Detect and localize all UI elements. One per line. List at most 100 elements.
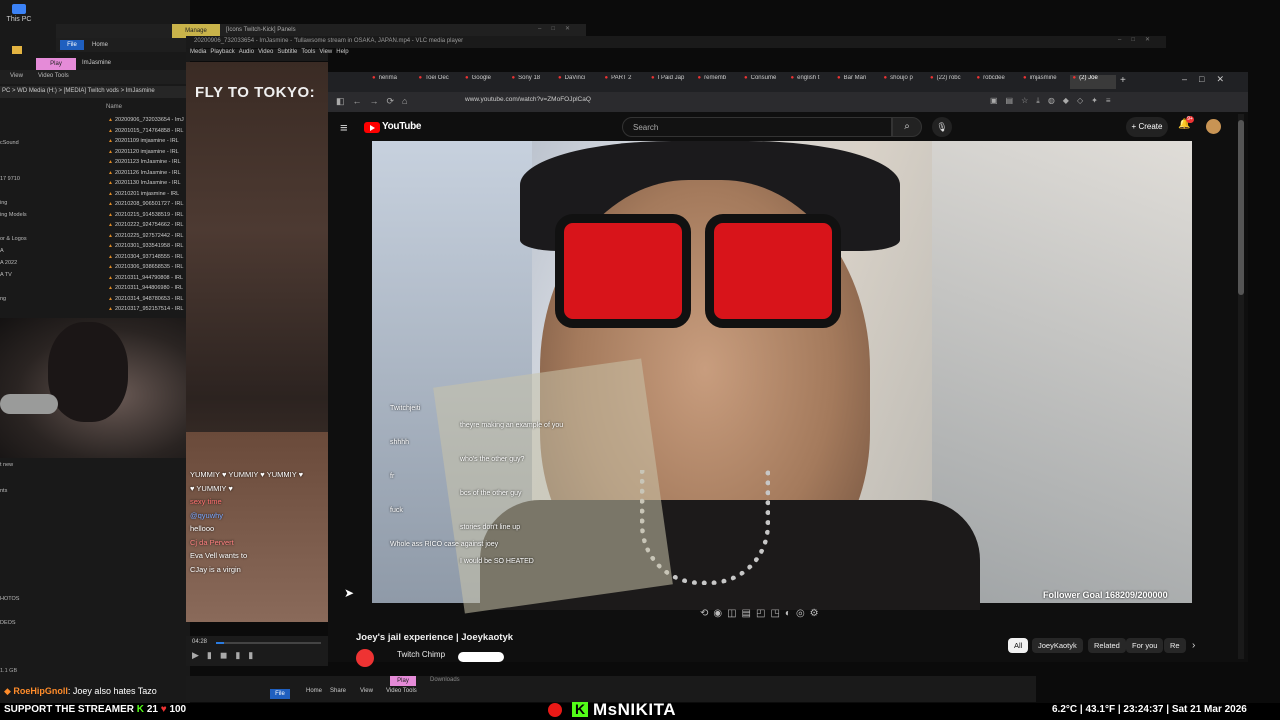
search-input[interactable]: Search xyxy=(622,117,892,137)
sidebar-item[interactable]: A 2022 xyxy=(0,260,17,266)
browser-tab[interactable]: Toei Oec xyxy=(419,75,459,89)
vlc-window-controls-icon[interactable]: –□✕ xyxy=(1118,36,1160,43)
url-field[interactable]: www.youtube.com/watch?v=ZMoFOJplCaQ xyxy=(465,96,985,108)
sidebar-item[interactable]: DEOS xyxy=(0,620,16,626)
bottom-play-tab[interactable]: Play xyxy=(390,676,416,686)
this-pc-desktop-icon[interactable]: This PC xyxy=(4,4,34,23)
browser-tab[interactable]: (22) robc xyxy=(930,75,970,89)
subscribe-button[interactable] xyxy=(458,652,504,662)
sidebar-item[interactable]: A TV xyxy=(0,272,12,278)
channel-avatar[interactable] xyxy=(356,649,374,667)
sidebar-item[interactable]: ing Models xyxy=(0,212,27,218)
file-item[interactable]: 20210225_927572442 - IRL xyxy=(108,233,188,243)
search-icon[interactable]: ⌕ xyxy=(892,117,922,137)
file-item[interactable]: 20210314_948780653 - IRL xyxy=(108,296,188,306)
filter-chip[interactable]: For you xyxy=(1126,638,1164,653)
microphone-search-icon[interactable]: 🎙 xyxy=(932,117,952,137)
file-item[interactable]: 20210317_952157514 - IRL xyxy=(108,306,188,316)
file-item[interactable]: 20200906_732033654 - ImJ xyxy=(108,117,188,127)
youtube-logo-icon[interactable] xyxy=(364,122,380,133)
browser-tab[interactable]: PART 2 xyxy=(605,75,645,89)
sidebar-item[interactable]: 17 9710 xyxy=(0,176,20,182)
filter-chip[interactable]: Related xyxy=(1088,638,1126,653)
folder-icon[interactable] xyxy=(12,46,22,54)
vlc-menu-item[interactable]: Tools xyxy=(301,49,315,55)
browser-tab[interactable]: (2) Joe xyxy=(1069,75,1116,89)
create-button[interactable]: + Create xyxy=(1126,117,1168,137)
play-tab[interactable]: Play xyxy=(36,58,76,70)
browser-tab[interactable]: Consume xyxy=(744,75,784,89)
channel-name[interactable]: Twitch Chimp xyxy=(397,650,445,659)
browser-tab[interactable]: Sony 18 xyxy=(512,75,552,89)
window-controls-icon[interactable]: –□✕ xyxy=(538,25,580,32)
browser-tab[interactable]: Google xyxy=(465,75,505,89)
address-path[interactable]: PC > WD Media (H:) > [MEDIA] Twitch vods… xyxy=(0,86,190,98)
file-item[interactable]: 20210311_944790808 - IRL xyxy=(108,275,188,285)
youtube-logo-text[interactable]: YouTube xyxy=(382,121,422,132)
browser-tab[interactable]: DaVinci xyxy=(558,75,598,89)
vlc-menu-item[interactable]: Video xyxy=(258,49,273,55)
file-item[interactable]: 20201120 imjasmine - IRL xyxy=(108,149,188,159)
vlc-menu-item[interactable]: Help xyxy=(336,49,348,55)
browser-nav-icons[interactable]: ◧←→⟳⌂ xyxy=(336,96,415,107)
filter-chip[interactable]: JoeyKaotyk xyxy=(1032,638,1083,653)
bottom-file-tab[interactable]: File xyxy=(270,689,290,699)
scrollbar-thumb[interactable] xyxy=(1238,120,1244,295)
vlc-menu-item[interactable]: View xyxy=(319,49,332,55)
file-item[interactable]: 20210222_924754662 - IRL xyxy=(108,222,188,232)
file-item[interactable]: 20210215_914538519 - IRL xyxy=(108,212,188,222)
view-menu[interactable]: View xyxy=(10,73,23,79)
browser-tab[interactable]: shoujo p xyxy=(884,75,924,89)
sidebar-item[interactable]: A xyxy=(0,248,4,254)
menu-icon[interactable]: ≡ xyxy=(340,120,348,135)
name-column-header[interactable]: Name xyxy=(106,104,122,110)
ribbon-file-tab[interactable]: File xyxy=(60,40,84,50)
new-tab-icon[interactable]: + xyxy=(1120,75,1126,86)
vlc-menu-item[interactable]: Subtitle xyxy=(277,49,297,55)
file-item[interactable]: 20210208_906501727 - IRL xyxy=(108,201,188,211)
file-item[interactable]: 20210301_933541958 - IRL xyxy=(108,243,188,253)
player-controls-icons[interactable]: ⟲◉◫▤◰◳◐◎⚙ xyxy=(700,608,870,622)
file-item[interactable]: 20210201 imjasmine - IRL xyxy=(108,191,188,201)
browser-tab[interactable]: I Paid Jap xyxy=(651,75,691,89)
file-item[interactable]: 20210311_944806980 - IRL xyxy=(108,285,188,295)
sidebar-item[interactable]: nts xyxy=(0,488,7,494)
sidebar-item[interactable]: HOTOS xyxy=(0,596,19,602)
imjasmine-tab[interactable]: ImJasmine xyxy=(82,60,111,66)
browser-tab[interactable]: rememb xyxy=(698,75,738,89)
bottom-share-tab[interactable]: Share xyxy=(330,688,346,694)
bottom-view-tab[interactable]: View xyxy=(360,688,373,694)
vlc-menu-item[interactable]: Media xyxy=(190,49,206,55)
account-avatar[interactable] xyxy=(1206,119,1221,134)
sidebar-item[interactable]: ng xyxy=(0,296,6,302)
browser-tab[interactable]: english t xyxy=(791,75,831,89)
sidebar-item[interactable]: or & Logos xyxy=(0,236,27,242)
vlc-play-controls-icon[interactable]: ▶▮◼▮▮ xyxy=(192,650,261,661)
browser-window-controls-icon[interactable]: –□✕ xyxy=(1182,74,1236,85)
browser-tab[interactable]: nerima xyxy=(372,75,412,89)
browser-tab[interactable]: robcdee xyxy=(977,75,1017,89)
vlc-menu-item[interactable]: Playback xyxy=(210,49,234,55)
file-item[interactable]: 20210306_938658535 - IRL xyxy=(108,264,188,274)
bottom-video-tools-tab[interactable]: Video Tools xyxy=(386,688,417,694)
video-tools-menu[interactable]: Video Tools xyxy=(38,73,69,79)
filter-chip[interactable]: All xyxy=(1008,638,1029,653)
sidebar-item[interactable]: cSound xyxy=(0,140,19,146)
sidebar-item[interactable]: t new xyxy=(0,462,13,468)
filter-chip[interactable]: Re xyxy=(1164,638,1186,653)
file-item[interactable]: 20201130 ImJasmine - IRL xyxy=(108,180,188,190)
vlc-seek-bar[interactable] xyxy=(216,642,321,644)
ribbon-home-tab[interactable]: Home xyxy=(92,42,108,48)
bottom-home-tab[interactable]: Home xyxy=(306,688,322,694)
vlc-menu-item[interactable]: Audio xyxy=(239,49,254,55)
file-item[interactable]: 20201015_714764858 - IRL xyxy=(108,128,188,138)
chevron-right-icon[interactable]: › xyxy=(1192,640,1195,651)
browser-tab[interactable]: Bar Mari xyxy=(837,75,877,89)
browser-tab[interactable]: imjasmine xyxy=(1023,75,1063,89)
file-item[interactable]: 20201126 ImJasmine - IRL xyxy=(108,170,188,180)
file-item[interactable]: 20201123 ImJasmine - IRL xyxy=(108,159,188,169)
sidebar-item[interactable]: ing xyxy=(0,200,7,206)
file-item[interactable]: 20201109 imjasmine - IRL xyxy=(108,138,188,148)
file-item[interactable]: 20210304_937148555 - IRL xyxy=(108,254,188,264)
extension-icons[interactable]: ▣▤☆⤓◍◆◇✦≡ xyxy=(990,96,1118,106)
